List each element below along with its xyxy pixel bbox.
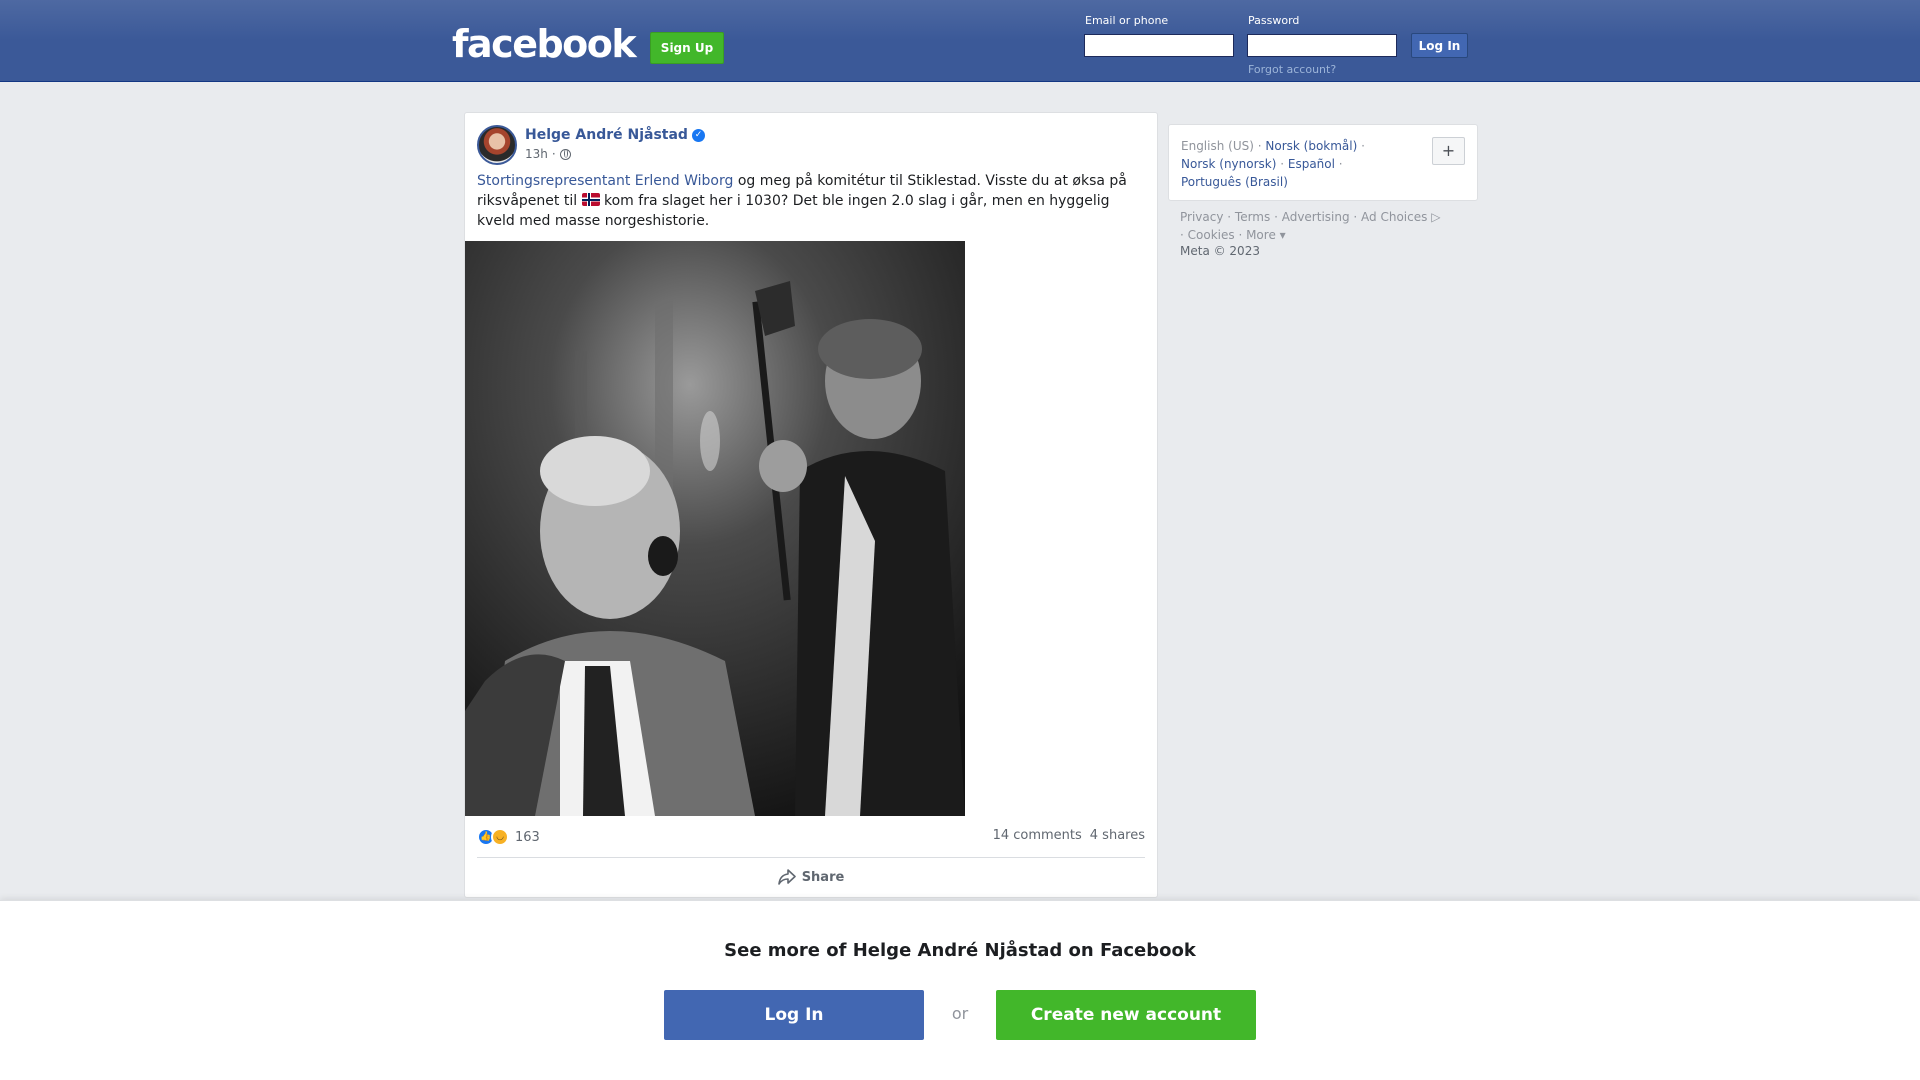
mention-link[interactable]: Stortingsrepresentant Erlend Wiborg	[477, 173, 733, 189]
share-button[interactable]: Share	[477, 861, 1145, 893]
footer-link-cookies[interactable]: Cookies	[1188, 228, 1235, 242]
shares-count-link[interactable]: 4 shares	[1090, 828, 1145, 843]
footer-link-advertising[interactable]: Advertising	[1282, 210, 1350, 224]
banner-title: See more of Helge André Njåstad on Faceb…	[724, 940, 1196, 961]
password-label: Password	[1248, 14, 1300, 27]
share-label: Share	[801, 869, 845, 885]
copyright-text: Meta © 2023	[1180, 244, 1260, 258]
login-banner	[0, 900, 1920, 1080]
language-selector: English (US) · Norsk (bokmål) · Norsk (n…	[1168, 124, 1478, 201]
footer-link-more[interactable]: More	[1246, 228, 1276, 242]
password-field[interactable]	[1247, 34, 1397, 57]
ad-choices-icon: ▷	[1431, 210, 1441, 224]
create-account-button[interactable]: Create new account	[996, 990, 1256, 1040]
reactions-summary[interactable]: 👍 ◡ 163	[477, 828, 540, 846]
reaction-count: 163	[515, 829, 540, 845]
reaction-icons: 👍 ◡	[477, 828, 509, 846]
action-divider	[477, 857, 1145, 858]
facebook-logo[interactable]: facebook	[452, 22, 637, 66]
more-dropdown-icon: ▾	[1279, 228, 1286, 242]
verified-badge-icon: ✓	[691, 128, 705, 142]
post-card: Helge André Njåstad ✓ 13h · Stortingsrep…	[464, 112, 1158, 898]
share-arrow-icon	[777, 869, 796, 885]
footer-link-privacy[interactable]: Privacy	[1180, 210, 1223, 224]
language-current: English (US)	[1181, 139, 1254, 153]
photo-image	[465, 241, 965, 816]
post-meta: 13h ·	[525, 147, 571, 161]
post-photo[interactable]	[465, 241, 965, 816]
footer-link-terms[interactable]: Terms	[1235, 210, 1270, 224]
comments-count-link[interactable]: 14 comments	[993, 828, 1082, 843]
post-author: Helge André Njåstad ✓	[525, 127, 705, 143]
language-option[interactable]: Español	[1288, 157, 1335, 171]
sign-up-button[interactable]: Sign Up	[650, 32, 724, 64]
language-option[interactable]: Norsk (nynorsk)	[1181, 157, 1276, 171]
banner-log-in-button[interactable]: Log In	[664, 990, 924, 1040]
email-label: Email or phone	[1085, 14, 1169, 27]
footer-link-ad-choices[interactable]: Ad Choices	[1361, 210, 1427, 224]
globe-icon	[559, 148, 571, 160]
post-text: Stortingsrepresentant Erlend Wiborg og m…	[477, 171, 1147, 231]
language-option[interactable]: Norsk (bokmål)	[1265, 139, 1357, 153]
haha-reaction-icon: ◡	[491, 828, 509, 846]
plus-icon[interactable]: +	[1432, 137, 1465, 165]
forgot-account-link[interactable]: Forgot account?	[1248, 63, 1336, 76]
banner-or-text: or	[951, 1004, 969, 1023]
top-navigation-bar: facebook Sign Up Email or phone Password…	[0, 0, 1920, 82]
norway-flag-icon	[581, 193, 600, 206]
meta-separator: ·	[551, 147, 556, 161]
post-timestamp[interactable]: 13h	[525, 147, 548, 161]
post-stats: 14 comments 4 shares	[993, 828, 1145, 843]
author-name-link[interactable]: Helge André Njåstad	[525, 127, 688, 143]
footer-links: Privacy · Terms · Advertising · Ad Choic…	[1180, 210, 1441, 242]
language-option[interactable]: Português (Brasil)	[1181, 175, 1288, 189]
author-avatar[interactable]	[477, 125, 517, 165]
log-in-button[interactable]: Log In	[1411, 33, 1468, 58]
email-field[interactable]	[1084, 34, 1234, 57]
